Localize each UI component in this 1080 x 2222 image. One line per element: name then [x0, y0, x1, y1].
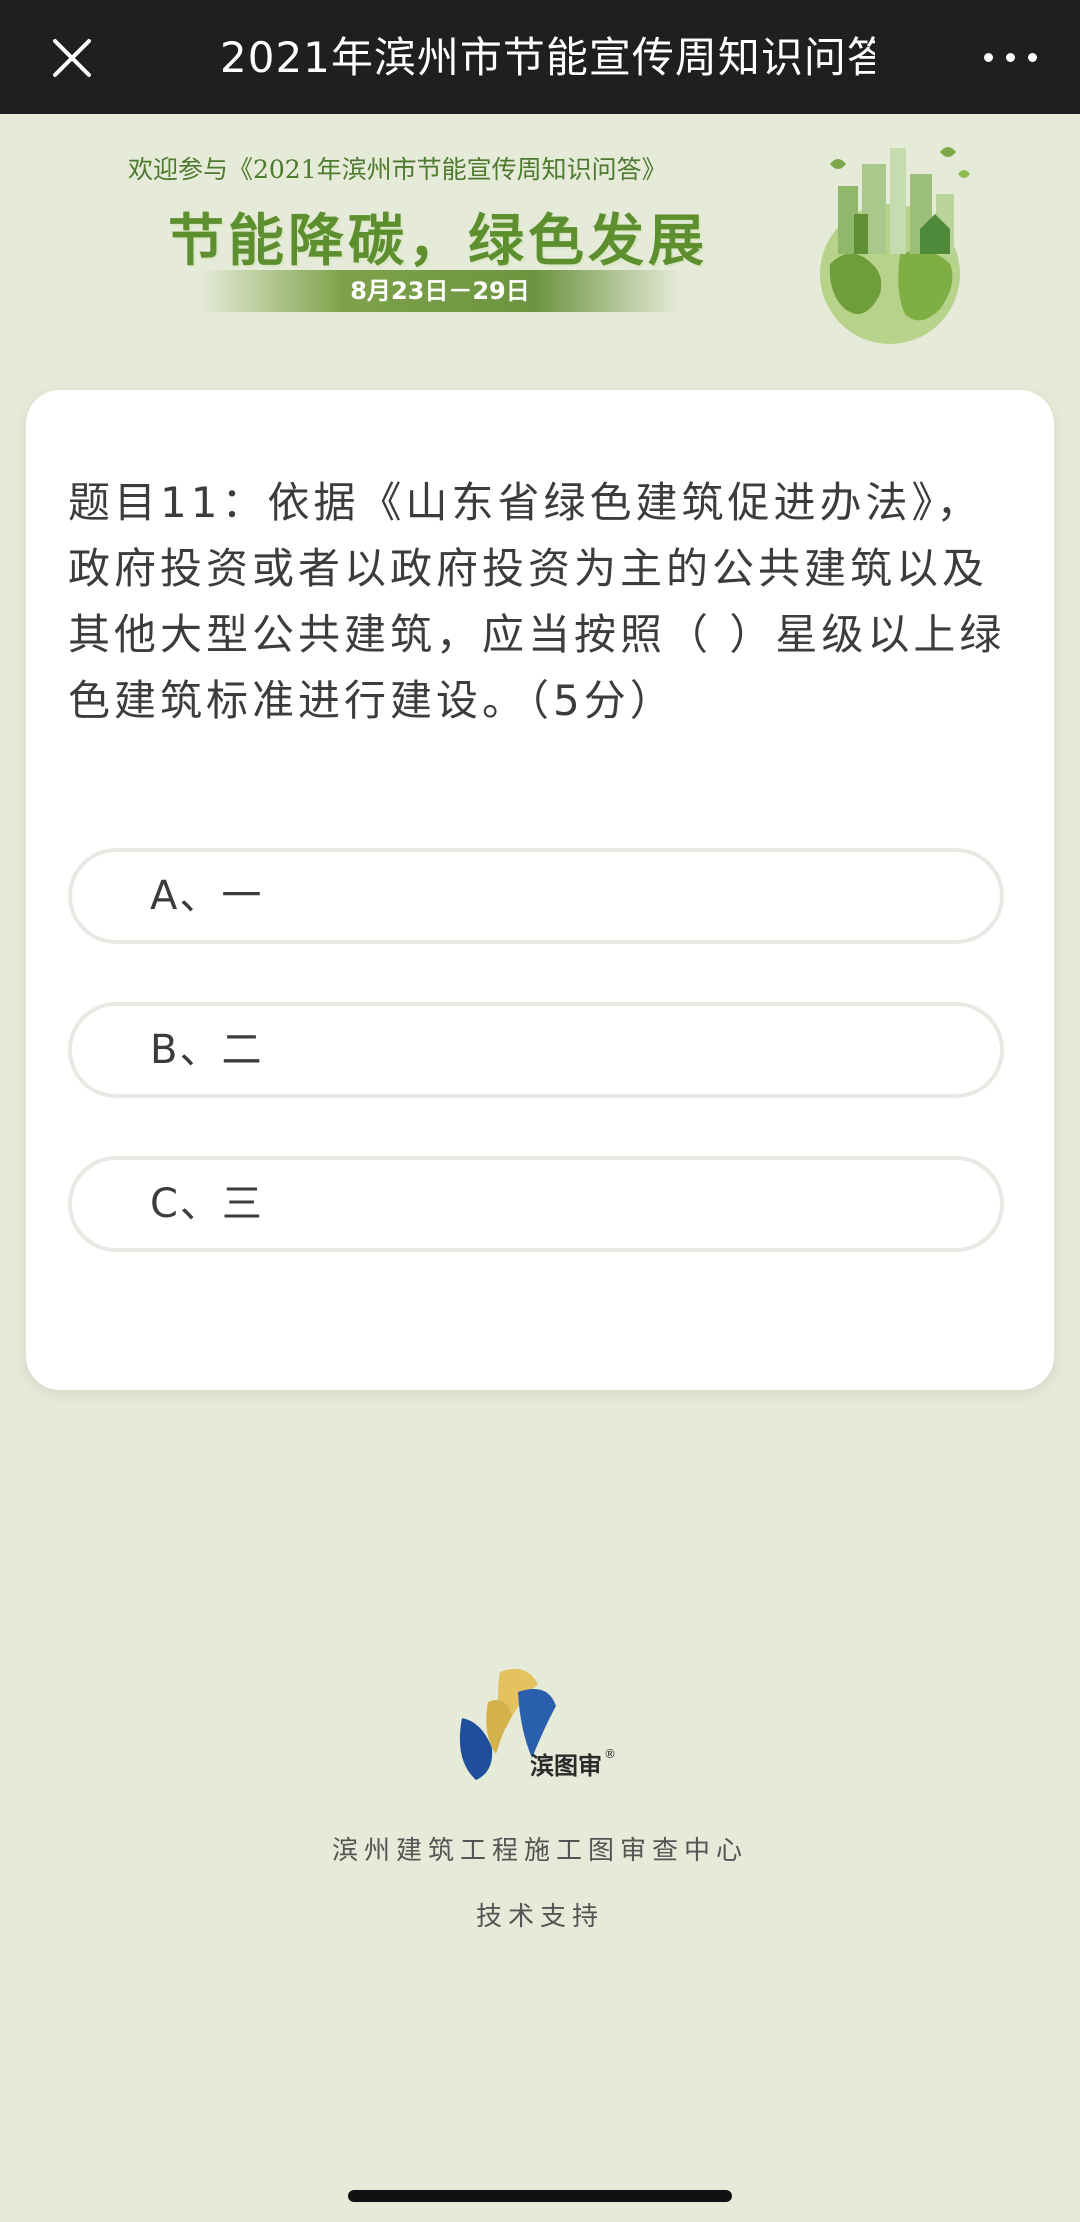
logo-text: 滨图审 — [530, 1752, 602, 1780]
page-title: 2021年滨州市节能宣传周知识问答 — [220, 33, 875, 82]
event-banner: 欢迎参与《2021年滨州市节能宣传周知识问答》 节能降碳，绿色发展 8月23日－… — [0, 114, 1080, 354]
option-b-label: B、二 — [150, 1027, 264, 1073]
more-dots-icon[interactable] — [982, 44, 1040, 70]
option-b-button[interactable]: B、二 — [68, 1002, 1004, 1098]
logo-registered-mark: ® — [604, 1747, 616, 1761]
home-indicator[interactable] — [348, 2190, 732, 2202]
option-a-button[interactable]: A、一 — [68, 848, 1004, 944]
top-nav-bar: 2021年滨州市节能宣传周知识问答 — [0, 0, 1080, 114]
footer-support: 技术支持 — [475, 1902, 604, 1932]
banner-welcome-text: 欢迎参与《2021年滨州市节能宣传周知识问答》 — [128, 155, 667, 184]
close-icon[interactable] — [44, 30, 100, 86]
option-c-button[interactable]: C、三 — [68, 1156, 1004, 1252]
question-card: 题目11：依据《山东省绿色建筑促进办法》，政府投资或者以政府投资为主的公共建筑以… — [26, 390, 1054, 1390]
binshen-logo: 滨图审 ® — [459, 1668, 616, 1780]
banner-slogan: 节能降碳，绿色发展 — [168, 209, 708, 274]
green-city-earth-illustration — [820, 147, 970, 344]
option-c-label: C、三 — [150, 1181, 264, 1227]
question-text: 题目11：依据《山东省绿色建筑促进办法》，政府投资或者以政府投资为主的公共建筑以… — [68, 478, 1006, 725]
banner-date: 8月23日－29日 — [350, 277, 530, 305]
option-a-label: A、一 — [150, 873, 264, 919]
footer-organization: 滨州建筑工程施工图审查中心 — [331, 1836, 748, 1866]
